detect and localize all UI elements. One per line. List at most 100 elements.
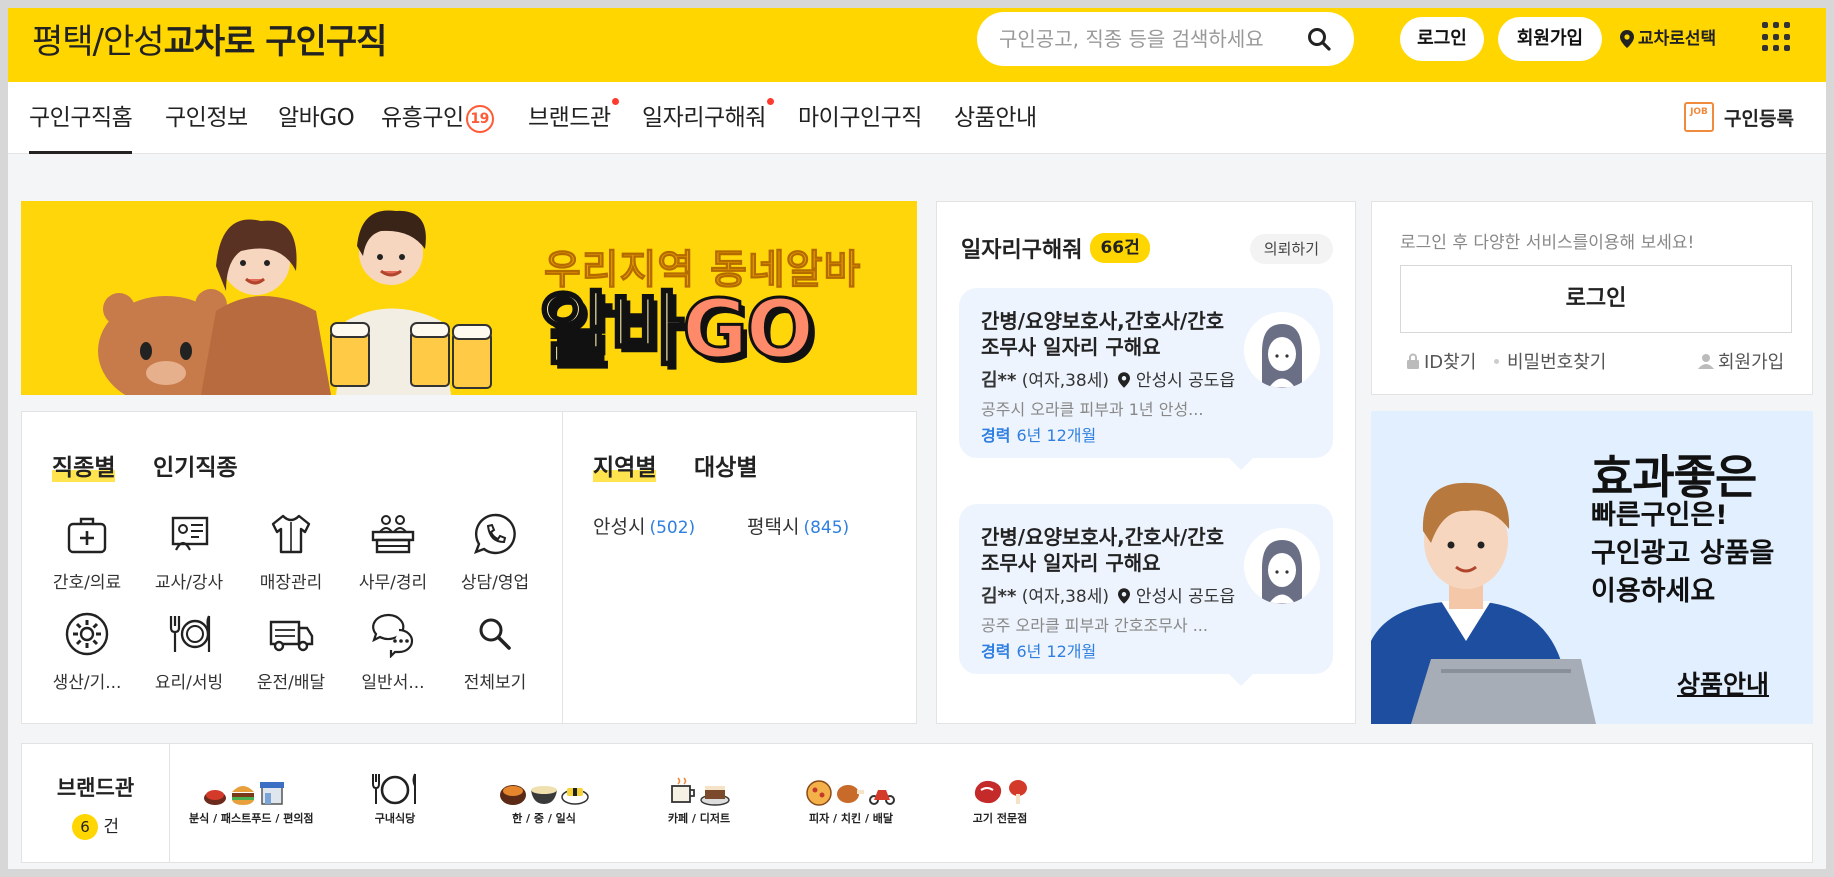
albago-banner[interactable]: 우리지역 동네알바 알바GO	[21, 201, 917, 395]
category-label: 전체보기	[463, 673, 527, 693]
brand-label: 브랜드관 6 건	[22, 744, 170, 862]
find-password-link[interactable]: 비밀번호찾기	[1494, 348, 1606, 374]
search-icon	[479, 618, 511, 650]
nav-item-find-job[interactable]: 일자리구해줘	[642, 82, 774, 154]
category-sales[interactable]: 상담/영업	[450, 510, 540, 593]
category-label: 운전/배달	[256, 673, 326, 693]
job-request-card[interactable]: 간병/요양보호사,간호사/간호조무사 일자리 구해요 김** (여자,38세) …	[959, 504, 1333, 686]
brand-title: 브랜드관	[56, 776, 135, 800]
header-join-button[interactable]: 회원가입	[1498, 17, 1602, 61]
region-link-anseong[interactable]: 안성시 (502)	[593, 512, 695, 539]
category-label: 요리/서빙	[154, 673, 224, 693]
job-request-panel: 일자리구해줘 66건 의뢰하기 간병/요양보호사,간호사/간호조무사 일자리 구…	[936, 201, 1356, 724]
post-job-button[interactable]: JOB 구인등록	[1684, 102, 1794, 132]
nav-item-products[interactable]: 상품안내	[954, 82, 1037, 154]
tab-by-target[interactable]: 대상별	[694, 448, 757, 482]
search-icon[interactable]	[1306, 26, 1332, 52]
lock-icon	[1407, 353, 1419, 369]
join-link[interactable]: 회원가입	[1698, 348, 1784, 374]
job-request-title: 일자리구해줘 66건	[961, 232, 1150, 264]
brand-logo-meat[interactable]: 고기 전문점	[945, 772, 1055, 836]
job-request-card-desc: 공주 오라클 피부과 간호조무사 ...	[981, 616, 1208, 635]
nav-item-brand[interactable]: 브랜드관	[528, 82, 619, 154]
job-request-card-experience: 경력 6년 12개월	[981, 426, 1097, 445]
post-job-label: 구인등록	[1724, 107, 1794, 130]
brand-count: 6 건	[22, 812, 169, 840]
location-pin-icon	[1118, 372, 1131, 388]
separator-dot	[1494, 358, 1499, 364]
region-name: 안성시	[593, 516, 646, 538]
category-teacher[interactable]: 교사/강사	[144, 510, 234, 593]
search-box	[977, 12, 1354, 66]
job-request-card-desc: 공주시 오라클 피부과 1년 안성...	[981, 400, 1204, 419]
brand-logo-snack[interactable]: 분식 / 패스트푸드 / 편의점	[189, 772, 314, 836]
brand-logo-delivery[interactable]: 피자 / 치킨 / 배달	[796, 772, 906, 836]
avatar	[1244, 312, 1320, 388]
category-nursing[interactable]: 간호/의료	[42, 510, 132, 593]
meat-icon	[945, 772, 1055, 806]
category-office[interactable]: 사무/경리	[348, 510, 438, 593]
category-label: 상담/영업	[460, 573, 530, 593]
man-with-laptop-illustration	[1371, 482, 1596, 724]
category-label: 매장관리	[259, 573, 323, 593]
job-request-count-badge: 66건	[1090, 233, 1150, 263]
gear-icon	[65, 612, 109, 656]
page-frame: 평택/안성교차로 구인구직 로그인 회원가입 교차로선택 구인구직홈 구인정보 …	[8, 8, 1826, 869]
cafeteria-icon	[340, 772, 450, 806]
job-request-card-user: 김** (여자,38세) 안성시 공도읍	[981, 370, 1236, 391]
nav-item-my-page[interactable]: 마이구인구직	[798, 82, 922, 154]
chat-bubbles-icon	[372, 613, 414, 658]
brand-logo-cafeteria[interactable]: 구내식당	[340, 772, 450, 836]
job-post-icon: JOB	[1684, 102, 1714, 132]
nav-item-home[interactable]: 구인구직홈	[29, 82, 133, 154]
pizza-chicken-icon	[796, 772, 906, 806]
user-icon	[1698, 354, 1714, 369]
product-ad-banner[interactable]: 효과좋은 빠른구인은! 구인광고 상품을 이용하세요 상품안내	[1371, 411, 1813, 724]
product-info-link[interactable]: 상품안내	[1677, 665, 1769, 701]
job-request-card-user: 김** (여자,38세) 안성시 공도읍	[981, 586, 1236, 607]
job-request-card-title: 간병/요양보호사,간호사/간호조무사 일자리 구해요	[981, 525, 1225, 575]
truck-icon	[269, 620, 314, 652]
asian-food-icon	[489, 772, 599, 806]
shirt-icon	[271, 514, 311, 554]
category-label: 교사/강사	[154, 573, 224, 593]
search-input[interactable]	[999, 24, 1299, 54]
request-button[interactable]: 의뢰하기	[1249, 234, 1333, 264]
area-select-label: 교차로선택	[1638, 29, 1717, 49]
nav-item-adult-jobs[interactable]: 유흥구인 19	[381, 82, 494, 154]
login-panel: 로그인 후 다양한 서비스를이용해 보세요! 로그인 ID찾기 비밀번호찾기 회…	[1371, 201, 1813, 395]
tab-popular-jobs[interactable]: 인기직종	[153, 448, 238, 482]
region-link-pyeongtaek[interactable]: 평택시 (845)	[747, 512, 849, 539]
nav-item-find-job-label: 일자리구해줘	[642, 105, 766, 131]
category-driving[interactable]: 운전/배달	[246, 610, 336, 693]
category-general-service[interactable]: 일반서...	[348, 610, 438, 693]
nav-item-albago[interactable]: 알바GO	[278, 82, 355, 154]
area-select[interactable]: 교차로선택	[1620, 22, 1716, 56]
female-avatar-icon	[1262, 540, 1302, 604]
brand-strip: 브랜드관 6 건 분식 / 패스트푸드 / 편의점 구내식당 한 / 중 / 일	[21, 743, 1813, 863]
job-request-card[interactable]: 간병/요양보호사,간호사/간호조무사 일자리 구해요 김** (여자,38세) …	[959, 288, 1333, 470]
header-login-button[interactable]: 로그인	[1400, 17, 1484, 61]
site-logo[interactable]: 평택/안성교차로 구인구직	[32, 18, 387, 66]
login-button[interactable]: 로그인	[1400, 265, 1792, 333]
tab-by-region[interactable]: 지역별	[593, 448, 657, 482]
new-dot-indicator	[766, 98, 774, 105]
tab-job-type[interactable]: 직종별	[52, 448, 116, 482]
join-label: 회원가입	[1718, 352, 1785, 373]
category-view-all[interactable]: 전체보기	[450, 610, 540, 693]
brand-logo-label: 분식 / 패스트푸드 / 편의점	[189, 812, 314, 825]
brand-logo-cafe[interactable]: 카페 / 디저트	[644, 772, 754, 836]
category-store[interactable]: 매장관리	[246, 510, 336, 593]
all-menu-icon[interactable]	[1762, 22, 1792, 52]
category-cooking[interactable]: 요리/서빙	[144, 610, 234, 693]
find-id-label: ID찾기	[1424, 352, 1477, 373]
brand-logo-asian[interactable]: 한 / 중 / 일식	[489, 772, 599, 836]
find-id-link[interactable]: ID찾기	[1406, 348, 1476, 374]
nav-item-job-info[interactable]: 구인정보	[165, 82, 248, 154]
category-label: 사무/경리	[358, 573, 428, 593]
medical-kit-icon	[67, 517, 107, 554]
category-production[interactable]: 생산/기...	[42, 610, 132, 693]
location-pin-icon	[1620, 30, 1634, 48]
top-header: 평택/안성교차로 구인구직 로그인 회원가입 교차로선택	[8, 8, 1826, 82]
brand-logo-label: 한 / 중 / 일식	[512, 812, 576, 825]
